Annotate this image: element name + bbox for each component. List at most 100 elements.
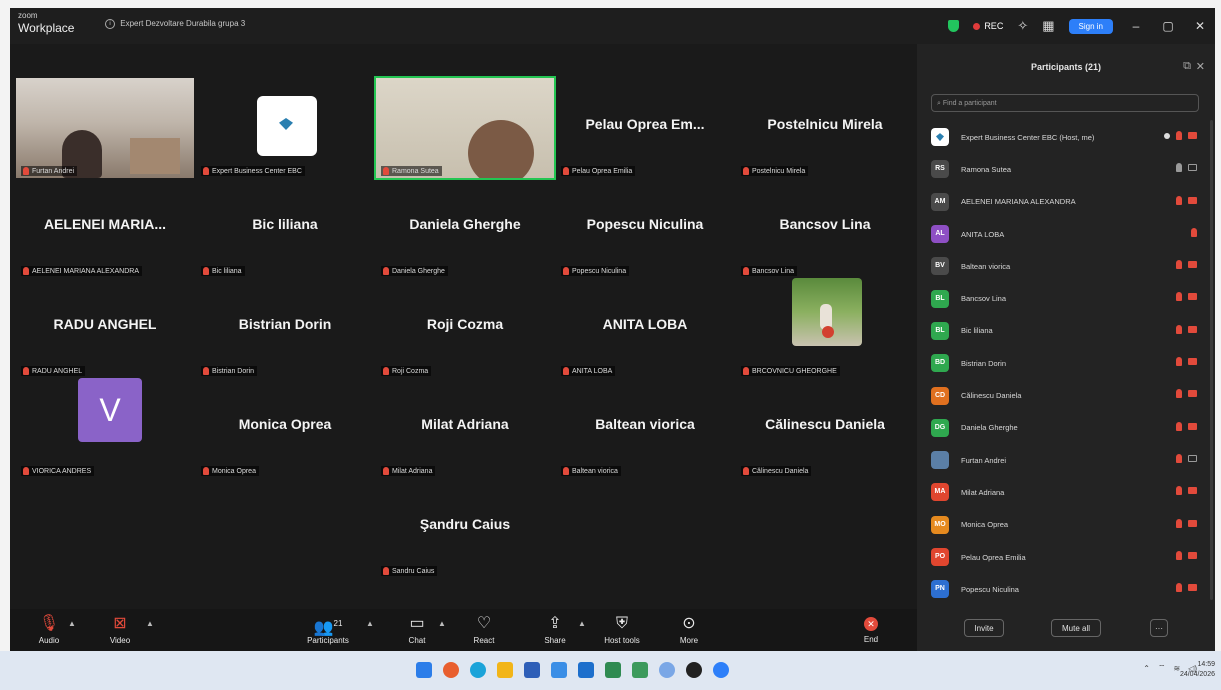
participant-row[interactable]: CD Călinescu Daniela <box>931 379 1207 411</box>
video-tile[interactable]: Roji Cozma Roji Cozma <box>376 278 554 378</box>
participant-row[interactable]: Expert Business Center EBC (Host, me) <box>931 121 1207 153</box>
camera-off-icon[interactable] <box>1188 584 1197 592</box>
word-icon[interactable] <box>578 662 594 678</box>
mute-all-button[interactable]: Mute all <box>1051 619 1101 637</box>
video-tile[interactable]: Pelau Oprea Em... Pelau Oprea Emilia <box>556 78 734 178</box>
participant-row[interactable]: RS Ramona Sutea <box>931 153 1207 185</box>
video-button[interactable]: ⊠ Video <box>103 613 137 645</box>
store-icon[interactable] <box>524 662 540 678</box>
mic-muted-icon[interactable] <box>1176 518 1182 528</box>
participant-row[interactable]: BL Bic liliana <box>931 315 1207 347</box>
camera-off-icon[interactable] <box>1188 325 1197 333</box>
video-tile[interactable]: Călinescu Daniela Călinescu Daniela <box>736 378 914 478</box>
end-button[interactable]: ✕ End <box>858 613 884 644</box>
mic-muted-icon[interactable] <box>1176 260 1182 270</box>
video-tile[interactable]: Postelnicu Mirela Postelnicu Mirela <box>736 78 914 178</box>
camera-off-icon[interactable] <box>1188 261 1197 269</box>
more-button[interactable]: ⊙ More <box>674 613 704 645</box>
mic-muted-icon[interactable] <box>1176 324 1182 334</box>
mic-muted-icon[interactable] <box>1176 583 1182 593</box>
app-icon-5[interactable] <box>686 662 702 678</box>
video-tile[interactable]: Popescu Niculina Popescu Niculina <box>556 178 734 278</box>
mic-muted-icon[interactable] <box>1191 227 1197 237</box>
video-tile[interactable]: Bancsov Lina Bancsov Lina <box>736 178 914 278</box>
info-icon[interactable]: i <box>105 19 115 29</box>
chat-caret-icon[interactable]: ▲ <box>438 619 446 628</box>
react-button[interactable]: ♡ React <box>468 613 500 645</box>
video-tile[interactable]: Baltean viorica Baltean viorica <box>556 378 734 478</box>
invite-button[interactable]: Invite <box>964 619 1004 637</box>
mic-muted-icon[interactable] <box>1176 486 1182 496</box>
video-tile[interactable]: RADU ANGHEL RADU ANGHEL <box>16 278 194 378</box>
security-shield-icon[interactable] <box>948 20 960 32</box>
camera-icon[interactable] <box>1188 164 1197 172</box>
camera-off-icon[interactable] <box>1188 390 1197 398</box>
zoom-taskbar-icon[interactable] <box>713 662 729 678</box>
camera-off-icon[interactable] <box>1188 196 1197 204</box>
video-tile[interactable]: ANITA LOBA ANITA LOBA <box>556 278 734 378</box>
video-tile[interactable]: Ramona Sutea <box>374 76 556 180</box>
camera-icon[interactable] <box>1188 454 1197 462</box>
app-icon-2[interactable] <box>551 662 567 678</box>
video-tile[interactable]: Monica Oprea Monica Oprea <box>196 378 374 478</box>
camera-off-icon[interactable] <box>1188 132 1197 139</box>
participant-row[interactable]: BL Bancsov Lina <box>931 282 1207 314</box>
app-icon-3[interactable] <box>632 662 648 678</box>
video-tile[interactable]: Daniela Gherghe Daniela Gherghe <box>376 178 554 278</box>
participant-row[interactable]: MA Milat Adriana <box>931 476 1207 508</box>
participant-row[interactable]: MO Monica Oprea <box>931 509 1207 541</box>
search-participant-input[interactable]: ⌕ Find a participant <box>931 94 1199 112</box>
close-panel-icon[interactable]: ✕ <box>1196 60 1205 73</box>
tray-chevron-icon[interactable]: ⌃ <box>1143 664 1150 673</box>
video-options-caret-icon[interactable]: ▲ <box>146 619 154 628</box>
participant-row[interactable]: BD Bistrian Dorin <box>931 347 1207 379</box>
camera-off-icon[interactable] <box>1188 487 1197 495</box>
excel-icon[interactable] <box>605 662 621 678</box>
participant-row[interactable]: PO Pelau Oprea Emilia <box>931 541 1207 573</box>
mic-muted-icon[interactable] <box>1176 389 1182 399</box>
video-tile[interactable]: V VIORICA ANDRES <box>16 378 194 478</box>
browser-icon[interactable] <box>470 662 486 678</box>
audio-options-caret-icon[interactable]: ▲ <box>68 619 76 628</box>
participant-row[interactable]: Furtan Andrei <box>931 444 1207 476</box>
camera-off-icon[interactable] <box>1188 422 1197 430</box>
camera-off-icon[interactable] <box>1188 358 1197 366</box>
video-tile[interactable]: Furtan Andrei <box>16 78 194 178</box>
mic-muted-icon[interactable] <box>1176 550 1182 560</box>
participants-button[interactable]: 👥21 Participants <box>298 613 358 645</box>
host-tools-button[interactable]: ⛨ Host tools <box>600 613 644 645</box>
maximize-icon[interactable]: ▢ <box>1159 19 1177 33</box>
mic-muted-icon[interactable] <box>1176 131 1182 140</box>
participant-row[interactable]: PN Popescu Niculina <box>931 573 1207 605</box>
participant-row[interactable]: AM AELENEI MARIANA ALEXANDRA <box>931 186 1207 218</box>
close-icon[interactable]: ✕ <box>1191 19 1209 33</box>
camera-off-icon[interactable] <box>1188 519 1197 527</box>
recording-indicator[interactable]: REC <box>973 21 1003 31</box>
sign-in-button[interactable]: Sign in <box>1068 18 1113 34</box>
mic-muted-icon[interactable] <box>1176 453 1182 463</box>
mic-muted-icon[interactable] <box>1176 357 1182 367</box>
mic-icon[interactable] <box>1176 163 1182 173</box>
apps-sparkle-icon[interactable]: ✧ <box>1017 18 1028 34</box>
video-tile[interactable]: Bic liliana Bic liliana <box>196 178 374 278</box>
camera-off-icon[interactable] <box>1188 293 1197 301</box>
video-tile[interactable]: AELENEI MARIA... AELENEI MARIANA ALEXANDR… <box>16 178 194 278</box>
panel-scrollbar[interactable] <box>1210 120 1213 600</box>
participant-row[interactable]: DG Daniela Gherghe <box>931 412 1207 444</box>
participant-row[interactable]: AL ANITA LOBA <box>931 218 1207 250</box>
mic-muted-icon[interactable] <box>1176 421 1182 431</box>
video-tile[interactable]: Expert Business Center EBC <box>196 78 374 178</box>
minimize-icon[interactable]: – <box>1127 19 1145 33</box>
participant-row[interactable]: BV Baltean viorica <box>931 250 1207 282</box>
share-caret-icon[interactable]: ▲ <box>578 619 586 628</box>
taskbar-clock[interactable]: 14:59 24/04/2026 <box>1180 660 1215 680</box>
video-tile[interactable]: Bistrian Dorin Bistrian Dorin <box>196 278 374 378</box>
share-button[interactable]: ⇪ Share <box>538 613 572 645</box>
mic-muted-icon[interactable] <box>1176 195 1182 205</box>
start-menu-icon[interactable] <box>416 662 432 678</box>
meeting-info[interactable]: i Expert Dezvoltare Durabila grupa 3 <box>105 19 245 29</box>
video-tile[interactable]: BRCOVNICU GHEORGHE <box>736 278 914 378</box>
camera-off-icon[interactable] <box>1188 551 1197 559</box>
mic-muted-icon[interactable] <box>1176 292 1182 302</box>
panel-more-button[interactable]: ··· <box>1150 619 1168 637</box>
